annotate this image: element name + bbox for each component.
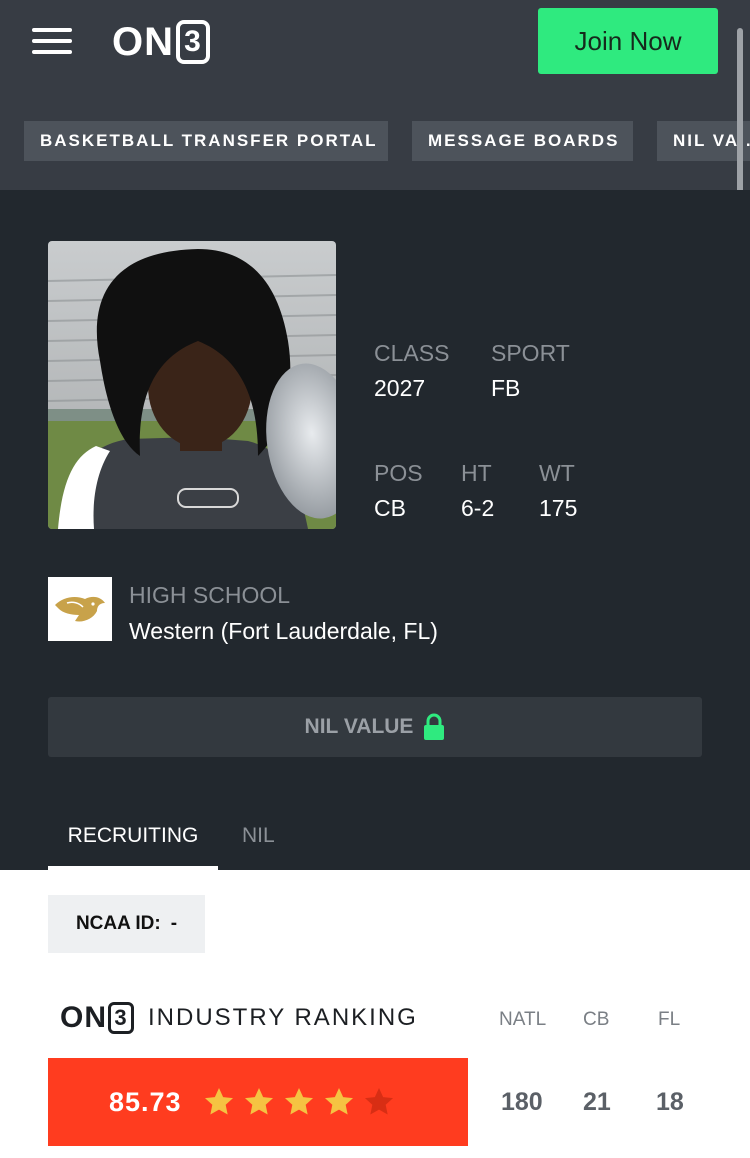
panther-icon	[55, 596, 105, 622]
ht-value: 6-2	[461, 495, 495, 521]
rank-natl: 180	[501, 1088, 543, 1116]
ncaa-id-badge: NCAA ID: -	[48, 895, 205, 953]
industry-ranking-title: INDUSTRY RANKING	[148, 1004, 418, 1031]
menu-icon[interactable]	[32, 26, 72, 58]
join-now-button[interactable]: Join Now	[538, 8, 718, 74]
star-filled-icon	[324, 1088, 353, 1115]
star-filled-icon	[284, 1088, 313, 1115]
star-filled-icon	[244, 1088, 273, 1115]
class-value: 2027	[374, 375, 426, 401]
on3-ranking-logo: ON 3	[60, 1001, 134, 1035]
star-empty-icon	[364, 1088, 393, 1115]
quicklink-basketball-transfer-portal[interactable]: BASKETBALL TRANSFER PORTAL	[24, 121, 388, 161]
wt-value: 175	[539, 495, 578, 521]
wt-label: WT	[539, 460, 575, 486]
stat-ht: HT 6-2	[461, 460, 494, 522]
school-label: HIGH SCHOOL	[129, 582, 291, 608]
col-cb: CB	[583, 1009, 610, 1030]
sport-label: SPORT	[491, 340, 570, 366]
site-header: ON 3 Join Now BASKETBALL TRANSFER PORTAL …	[0, 0, 750, 190]
industry-ranking-header: ON 3 INDUSTRY RANKING	[60, 1000, 418, 1036]
quicklink-message-boards[interactable]: MESSAGE BOARDS	[412, 121, 633, 161]
lock-icon	[424, 713, 445, 740]
pos-value: CB	[374, 495, 406, 521]
tab-nil[interactable]: NIL	[242, 824, 275, 848]
star-filled-icon	[204, 1088, 233, 1115]
stat-wt: WT 175	[539, 460, 577, 522]
ranking-logo-box: 3	[108, 1002, 134, 1034]
nil-value-label: NIL VALUE	[304, 715, 414, 738]
industry-score-box[interactable]: 85.73	[48, 1058, 468, 1146]
class-label: CLASS	[374, 340, 450, 366]
ht-label: HT	[461, 460, 492, 486]
pos-label: POS	[374, 460, 423, 486]
stat-pos: POS CB	[374, 460, 423, 522]
industry-score: 85.73	[109, 1086, 182, 1117]
on3-logo[interactable]: ON 3	[112, 19, 210, 65]
player-profile: CLASS 2027 SPORT FB POS CB HT 6-2 WT 175…	[0, 190, 750, 870]
rank-cb: 21	[583, 1088, 611, 1116]
ncaa-id-value: -	[170, 913, 178, 934]
nil-value-button[interactable]: NIL VALUE	[48, 697, 702, 757]
school-name[interactable]: Western (Fort Lauderdale, FL)	[129, 618, 438, 645]
tab-recruiting[interactable]: RECRUITING	[48, 824, 218, 870]
school-logo[interactable]	[48, 577, 112, 641]
logo-text: ON	[112, 19, 174, 64]
star-rating	[202, 1086, 402, 1118]
stat-class: CLASS 2027	[374, 340, 449, 402]
stat-sport: SPORT FB	[491, 340, 570, 402]
col-fl: FL	[658, 1009, 681, 1030]
col-natl: NATL	[499, 1009, 547, 1030]
ncaa-id-label: NCAA ID:	[75, 913, 161, 934]
ranking-logo-text: ON	[60, 1001, 107, 1034]
player-photo	[48, 241, 336, 529]
rank-fl: 18	[656, 1088, 684, 1116]
logo-box: 3	[176, 20, 210, 64]
sport-value: FB	[491, 375, 521, 401]
quick-links-bar: BASKETBALL TRANSFER PORTAL MESSAGE BOARD…	[0, 121, 750, 161]
